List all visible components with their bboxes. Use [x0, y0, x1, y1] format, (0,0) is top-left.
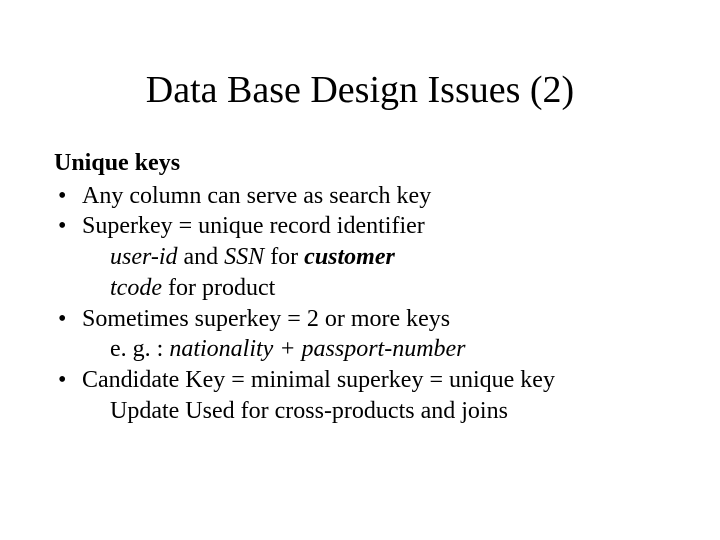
bullet-item: Superkey = unique record identifier user… — [54, 211, 666, 303]
bullet-text: Any column can serve as search key — [82, 183, 431, 209]
bullet-subline: e. g. : nationality + passport-number — [82, 334, 666, 365]
italic-text: tcode — [110, 275, 162, 301]
italic-text: SSN — [224, 244, 264, 270]
bullet-item: Candidate Key = minimal superkey = uniqu… — [54, 365, 666, 426]
italic-text: nationality + passport-number — [169, 336, 465, 362]
slide: Data Base Design Issues (2) Unique keys … — [0, 0, 720, 540]
bullet-text: Candidate Key = minimal superkey = uniqu… — [82, 367, 555, 393]
plain-text: for product — [162, 275, 275, 301]
italic-text: user-id — [110, 244, 178, 270]
plain-text: e. g. : — [110, 336, 169, 362]
plain-text: Update Used for cross-products and joins — [110, 398, 508, 424]
slide-body: Unique keys Any column can serve as sear… — [0, 148, 720, 426]
plain-text: for — [264, 244, 304, 270]
bullet-subline: tcode for product — [82, 273, 666, 304]
slide-title: Data Base Design Issues (2) — [0, 0, 720, 148]
bullet-text: Sometimes superkey = 2 or more keys — [82, 306, 450, 332]
bullet-item: Sometimes superkey = 2 or more keys e. g… — [54, 304, 666, 365]
bullet-subline: Update Used for cross-products and joins — [82, 396, 666, 427]
plain-text: and — [178, 244, 225, 270]
section-heading: Unique keys — [54, 148, 666, 179]
bullet-subline: user-id and SSN for customer — [82, 242, 666, 273]
bullet-list: Any column can serve as search key Super… — [54, 181, 666, 427]
bold-italic-text: customer — [304, 244, 395, 270]
bullet-text: Superkey = unique record identifier — [82, 213, 425, 239]
bullet-item: Any column can serve as search key — [54, 181, 666, 212]
